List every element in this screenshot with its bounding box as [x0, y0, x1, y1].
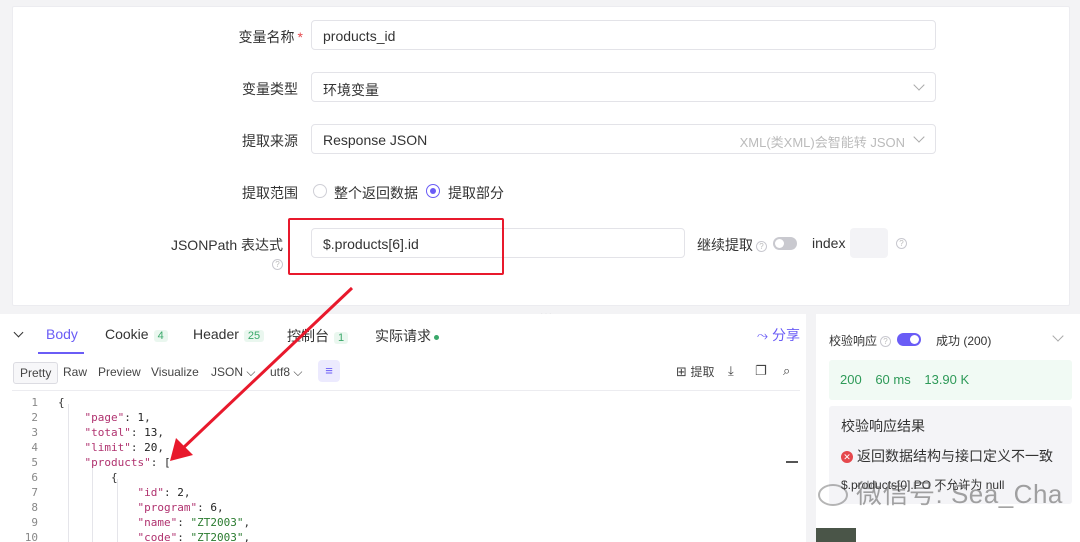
- annotation-arrow: [170, 286, 354, 461]
